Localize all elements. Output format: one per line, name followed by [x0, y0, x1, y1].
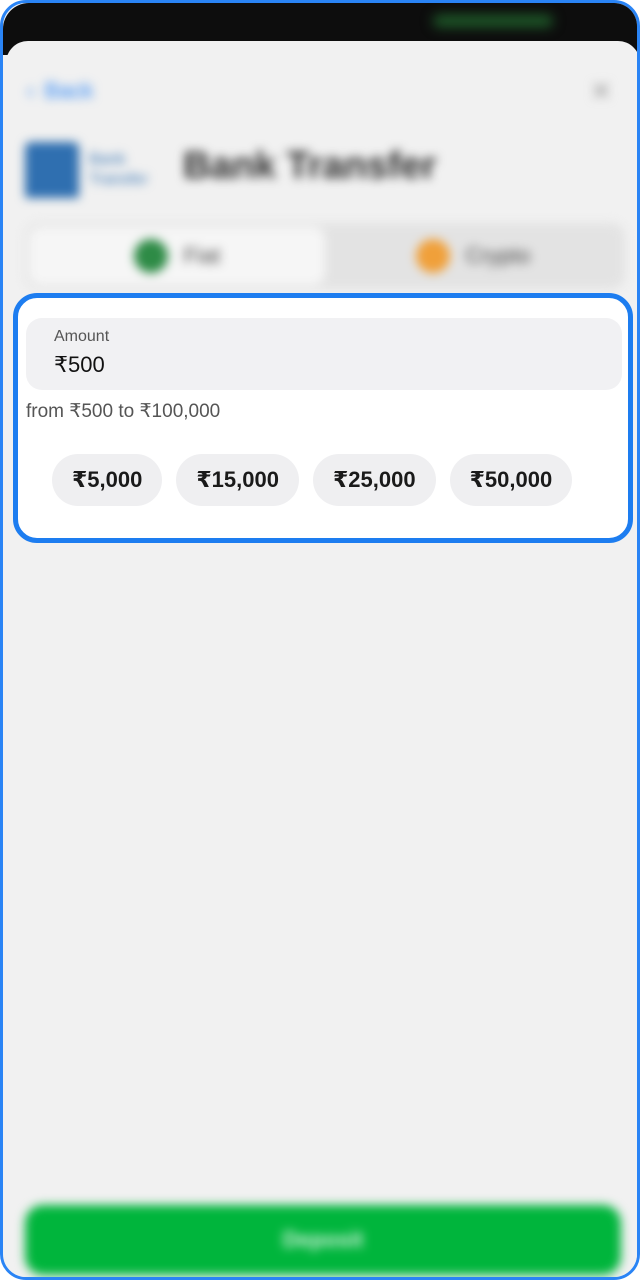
bank-building-icon [25, 142, 79, 198]
bank-logo-text-line2: Transfer [89, 171, 148, 188]
tab-crypto[interactable]: Crypto [325, 227, 621, 285]
quick-amount-5000[interactable]: ₹5,000 [52, 454, 163, 506]
green-circle-icon [133, 239, 168, 273]
amount-card: Amount ₹500 from ₹500 to ₹100,000 ₹5,000… [13, 293, 633, 543]
chevron-left-icon: ‹ [27, 78, 35, 103]
tab-crypto-label: Crypto [465, 243, 531, 268]
quick-amount-15000[interactable]: ₹15,000 [176, 454, 299, 506]
tab-fiat[interactable]: Fiat [29, 227, 325, 285]
close-icon[interactable]: ✕ [587, 77, 615, 105]
status-indicator [433, 15, 553, 27]
deposit-button[interactable]: Deposit [25, 1205, 621, 1275]
orange-circle-icon [415, 239, 450, 273]
bank-logo: Bank Transfer [25, 141, 165, 199]
tab-fiat-label: Fiat [183, 243, 221, 268]
quick-amount-25000[interactable]: ₹25,000 [312, 454, 436, 506]
amount-value: ₹500 [54, 352, 105, 377]
amount-label: Amount [54, 328, 110, 345]
quick-amount-50000[interactable]: ₹50,000 [449, 454, 573, 506]
payment-type-tabs: Fiat Crypto [25, 223, 625, 289]
back-label: Back [44, 78, 94, 103]
amount-range-hint: from ₹500 to ₹100,000 [26, 401, 221, 422]
amount-input[interactable]: Amount ₹500 [26, 318, 622, 390]
app-frame: ‹ Back ✕ Bank Transfer Bank Transfer Fia… [0, 0, 640, 1280]
page-title: Bank Transfer [183, 145, 437, 187]
back-button[interactable]: ‹ Back [27, 75, 93, 107]
bank-logo-text: Bank Transfer [89, 150, 148, 190]
bank-logo-text-line1: Bank [89, 151, 126, 168]
quick-amount-chips: ₹5,000 ₹15,000 ₹25,000 ₹50,000 [52, 454, 573, 506]
